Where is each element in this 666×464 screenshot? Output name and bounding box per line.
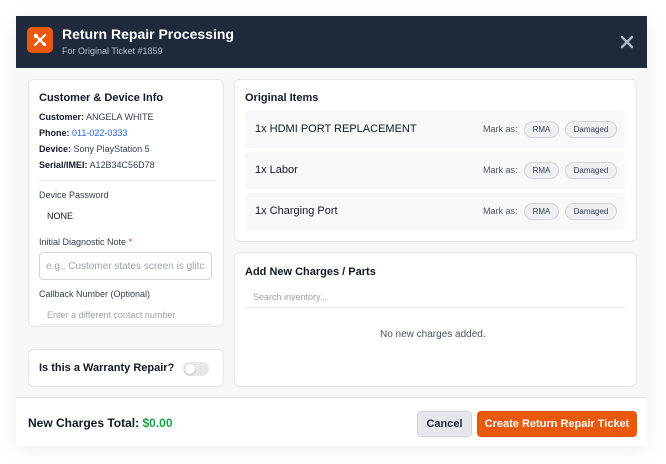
- create-return-ticket-button[interactable]: Create Return Repair Ticket: [477, 411, 637, 437]
- customer-value: ANGELA WHITE: [86, 112, 154, 122]
- original-items-card: Original Items 1x HDMI PORT REPLACEMENT …: [234, 79, 637, 242]
- warranty-card: Is this a Warranty Repair?: [28, 349, 224, 387]
- device-label: Device:: [39, 144, 72, 154]
- close-button[interactable]: [615, 30, 639, 54]
- item-row: 1x HDMI PORT REPLACEMENT Mark as: RMA Da…: [245, 111, 625, 148]
- customer-device-card: Customer & Device Info Customer: ANGELA …: [28, 79, 224, 327]
- serial-label: Serial/IMEI:: [39, 160, 88, 170]
- mark-rma-button[interactable]: RMA: [524, 121, 559, 138]
- required-marker: *: [128, 237, 133, 247]
- tools-icon: [27, 27, 53, 53]
- mark-damaged-button[interactable]: Damaged: [565, 162, 617, 179]
- warranty-toggle[interactable]: [183, 362, 209, 376]
- total-label: New Charges Total:: [28, 416, 140, 430]
- device-row: Device: Sony PlayStation 5: [39, 144, 150, 154]
- mark-rma-button[interactable]: RMA: [524, 162, 559, 179]
- close-icon: [620, 35, 634, 49]
- return-repair-modal: Return Repair Processing For Original Ti…: [16, 16, 647, 446]
- new-charges-card: Add New Charges / Parts No new charges a…: [234, 252, 637, 387]
- diagnostic-note-label: Initial Diagnostic Note *: [39, 237, 132, 247]
- phone-row: Phone: 011-022-0333: [39, 128, 127, 138]
- device-password-value: NONE: [47, 211, 74, 221]
- diagnostic-note-input[interactable]: [39, 252, 212, 280]
- serial-row: Serial/IMEI: A12B34C56D78: [39, 160, 155, 170]
- callback-number-input[interactable]: [39, 305, 212, 325]
- phone-link[interactable]: 011-022-0333: [72, 128, 127, 138]
- serial-value: A12B34C56D78: [89, 160, 155, 170]
- customer-row: Customer: ANGELA WHITE: [39, 112, 154, 122]
- total-value: $0.00: [142, 416, 173, 430]
- mark-damaged-button[interactable]: Damaged: [565, 203, 617, 220]
- warranty-label: Is this a Warranty Repair?: [39, 362, 175, 374]
- mark-as-label: Mark as:: [483, 165, 518, 175]
- modal-footer: New Charges Total: $0.00 Cancel Create R…: [16, 397, 647, 446]
- modal-header: Return Repair Processing For Original Ti…: [16, 16, 647, 68]
- callback-number-label: Callback Number (Optional): [39, 289, 151, 299]
- customer-label: Customer:: [39, 112, 85, 122]
- info-divider: [39, 180, 215, 181]
- mark-damaged-button[interactable]: Damaged: [565, 121, 617, 138]
- inventory-search-input[interactable]: [245, 286, 625, 308]
- device-password-label: Device Password: [39, 190, 109, 200]
- device-value: Sony PlayStation 5: [73, 144, 150, 154]
- original-items-title: Original Items: [245, 92, 319, 104]
- mark-rma-button[interactable]: RMA: [524, 203, 559, 220]
- item-name: 1x Charging Port: [255, 205, 338, 217]
- item-name: 1x Labor: [255, 164, 298, 176]
- new-charges-total: New Charges Total: $0.00: [28, 416, 173, 430]
- modal-title: Return Repair Processing: [62, 26, 234, 42]
- phone-label: Phone:: [39, 128, 70, 138]
- no-charges-message: No new charges added.: [380, 329, 486, 340]
- modal-body: Customer & Device Info Customer: ANGELA …: [16, 68, 647, 397]
- item-row: 1x Charging Port Mark as: RMA Damaged: [245, 193, 625, 230]
- diagnostic-note-label-text: Initial Diagnostic Note: [39, 237, 127, 247]
- item-row: 1x Labor Mark as: RMA Damaged: [245, 152, 625, 189]
- mark-as-label: Mark as:: [483, 124, 518, 134]
- item-name: 1x HDMI PORT REPLACEMENT: [255, 123, 417, 135]
- warranty-toggle-knob: [185, 364, 195, 374]
- new-charges-title: Add New Charges / Parts: [245, 266, 376, 278]
- mark-as-label: Mark as:: [483, 206, 518, 216]
- cancel-button[interactable]: Cancel: [417, 411, 472, 437]
- customer-card-title: Customer & Device Info: [39, 92, 164, 104]
- modal-subtitle: For Original Ticket #1859: [62, 46, 163, 56]
